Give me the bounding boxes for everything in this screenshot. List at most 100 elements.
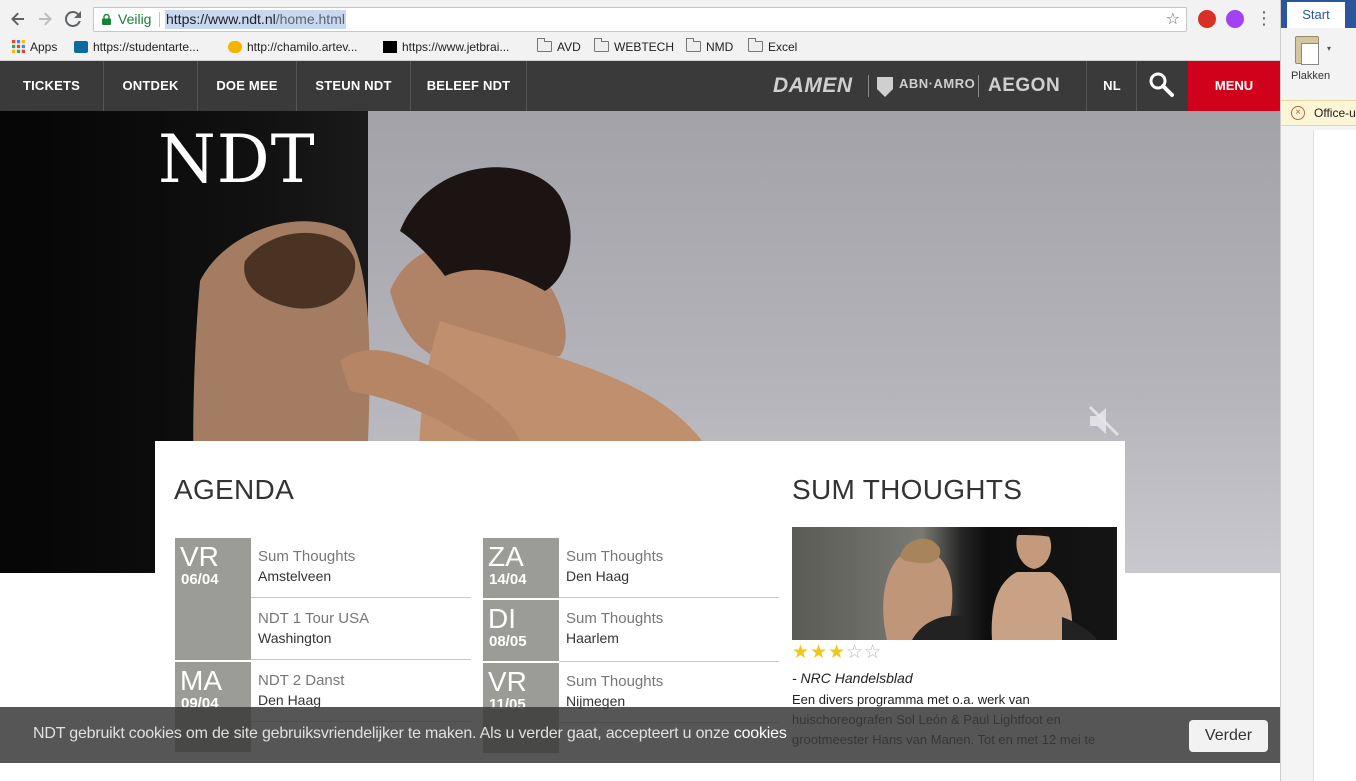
bookmark-folder-webtech[interactable]: WEBTECH (594, 38, 674, 56)
star-empty-icon: ☆ (864, 642, 882, 663)
agenda-heading: AGENDA (174, 474, 295, 505)
bookmark-folder-excel[interactable]: Excel (748, 38, 798, 56)
day-box[interactable]: ZA 14/04 (483, 538, 559, 598)
document-page[interactable] (1313, 130, 1356, 781)
bookmarks-bar: Apps https://studentarte... http://chami… (0, 37, 1280, 58)
day-name: MA (180, 665, 222, 696)
language-switch[interactable]: NL (1087, 61, 1137, 111)
secure-label: Veilig (118, 11, 152, 27)
agenda-event[interactable]: Sum Thoughts Den Haag (559, 538, 779, 598)
url-text[interactable]: https://www.ndt.nl/home.html (165, 10, 346, 29)
event-place: Den Haag (258, 692, 322, 708)
feature-heading[interactable]: SUM THOUGHTS (792, 474, 1022, 506)
speaker-muted-icon (1088, 405, 1120, 437)
arrow-left-icon (11, 12, 24, 26)
bookmark-folder-nmd[interactable]: NMD (686, 38, 733, 56)
office-notice-bar: × Office-u (1281, 100, 1356, 126)
sharepoint-icon (74, 41, 88, 53)
bookmark-label: AVD (557, 40, 581, 54)
feature-image[interactable] (792, 527, 1117, 640)
bookmark-chamilo[interactable]: http://chamilo.artev... (228, 39, 358, 56)
cookie-banner: NDT gebruikt cookies om de site gebruiks… (0, 707, 1280, 763)
reload-icon (64, 10, 81, 27)
abn-amro-shield-icon (877, 77, 893, 97)
nav-ontdek[interactable]: ONTDEK (104, 61, 197, 111)
cookie-message: NDT gebruikt cookies om de site gebruiks… (33, 725, 787, 743)
bookmark-label: WEBTECH (614, 40, 674, 54)
event-title: NDT 1 Tour USA (258, 610, 370, 627)
browser-menu-icon[interactable]: ⋮ (1255, 8, 1273, 28)
nav-doe-mee[interactable]: DOE MEE (198, 61, 296, 111)
bookmark-label: https://studentarte... (93, 40, 200, 54)
nav-beleef-ndt[interactable]: BELEEF NDT (411, 61, 526, 111)
agenda-event[interactable]: NDT 1 Tour USA Washington (251, 600, 471, 660)
lock-icon (102, 14, 111, 25)
back-button[interactable] (8, 9, 28, 29)
cookie-text: NDT gebruikt cookies om de site gebruiks… (33, 725, 730, 742)
folder-icon (594, 38, 609, 52)
bookmark-folder-avd[interactable]: AVD (537, 38, 581, 56)
ndt-logo[interactable]: NDT (158, 121, 316, 198)
event-place: Den Haag (566, 568, 630, 584)
bookmark-label: Excel (768, 40, 798, 54)
bookmark-label: https://www.jetbrai... (402, 40, 510, 54)
folder-icon (686, 38, 701, 52)
address-bar[interactable]: Veilig https://www.ndt.nl/home.html ☆ (93, 7, 1187, 32)
day-name: ZA (488, 541, 524, 572)
search-button[interactable] (1137, 61, 1188, 111)
day-name: VR (488, 666, 527, 697)
arrow-right-icon (39, 12, 52, 26)
event-title: Sum Thoughts (566, 673, 664, 690)
nav-tickets[interactable]: TICKETS (0, 61, 103, 111)
bookmark-label: http://chamilo.artev... (247, 40, 358, 54)
jetbrains-icon (383, 41, 397, 53)
bookmark-studentarte[interactable]: https://studentarte... (74, 39, 199, 56)
paste-label: Plakken (1291, 70, 1331, 82)
sponsor-divider (978, 75, 979, 97)
adblock-extension-icon[interactable] (1198, 10, 1216, 28)
close-circle-icon[interactable]: × (1291, 106, 1305, 120)
star-filled-icon: ★ (792, 642, 810, 663)
star-filled-icon: ★ (810, 642, 828, 663)
paste-dropdown-icon[interactable]: ▾ (1327, 44, 1331, 53)
office-window: Start ▾ Plakken × Office-u (1280, 0, 1356, 781)
paste-icon[interactable] (1295, 36, 1319, 65)
bookmark-jetbrains[interactable]: https://www.jetbrai... (383, 39, 509, 56)
reload-button[interactable] (63, 9, 83, 29)
rating-stars: ★★★☆☆ (792, 642, 882, 664)
star-empty-icon: ☆ (846, 642, 864, 663)
tab-start[interactable]: Start (1287, 2, 1345, 28)
address-separator (159, 12, 160, 27)
agenda-event[interactable]: Sum Thoughts Haarlem (559, 600, 779, 662)
event-place: Haarlem (566, 630, 619, 646)
star-filled-icon: ★ (828, 642, 846, 663)
site-navigation: TICKETS ONTDEK DOE MEE STEUN NDT BELEEF … (0, 61, 1280, 111)
feature-dancers-image (883, 527, 1097, 640)
office-notice-text: Office-u (1314, 106, 1356, 120)
agenda-event[interactable]: Sum Thoughts Amstelveen (251, 538, 471, 598)
mute-button[interactable] (1086, 403, 1122, 439)
url-main: https://www.ndt.nl (166, 11, 276, 27)
forward-button[interactable] (35, 9, 55, 29)
day-box[interactable]: VR 06/04 (175, 538, 251, 660)
sponsor-aegon-logo[interactable]: AEGON (988, 73, 1060, 99)
bookmark-apps[interactable]: Apps (12, 39, 57, 56)
sponsor-damen-logo[interactable]: DAMEN (773, 73, 853, 99)
day-box[interactable]: DI 08/05 (483, 600, 559, 661)
menu-button[interactable]: MENU (1188, 61, 1280, 111)
office-ribbon: ▾ Plakken (1281, 28, 1356, 100)
cookie-link[interactable]: cookies (734, 725, 787, 742)
folder-icon (748, 38, 763, 52)
day-date: 08/05 (489, 633, 527, 650)
sponsor-abnamro-logo[interactable]: ABN·AMRO (899, 71, 975, 97)
extension-icon[interactable] (1226, 10, 1244, 28)
event-title: Sum Thoughts (566, 548, 664, 565)
bookmark-label: Apps (30, 40, 58, 54)
review-source: - NRC Handelsblad (792, 670, 913, 686)
cookie-accept-button[interactable]: Verder (1189, 720, 1268, 752)
day-date: 06/04 (181, 571, 219, 588)
event-place: Washington (258, 630, 332, 646)
nav-steun-ndt[interactable]: STEUN NDT (297, 61, 410, 111)
day-date: 14/04 (489, 571, 527, 588)
bookmark-star-icon[interactable]: ☆ (1166, 8, 1180, 31)
